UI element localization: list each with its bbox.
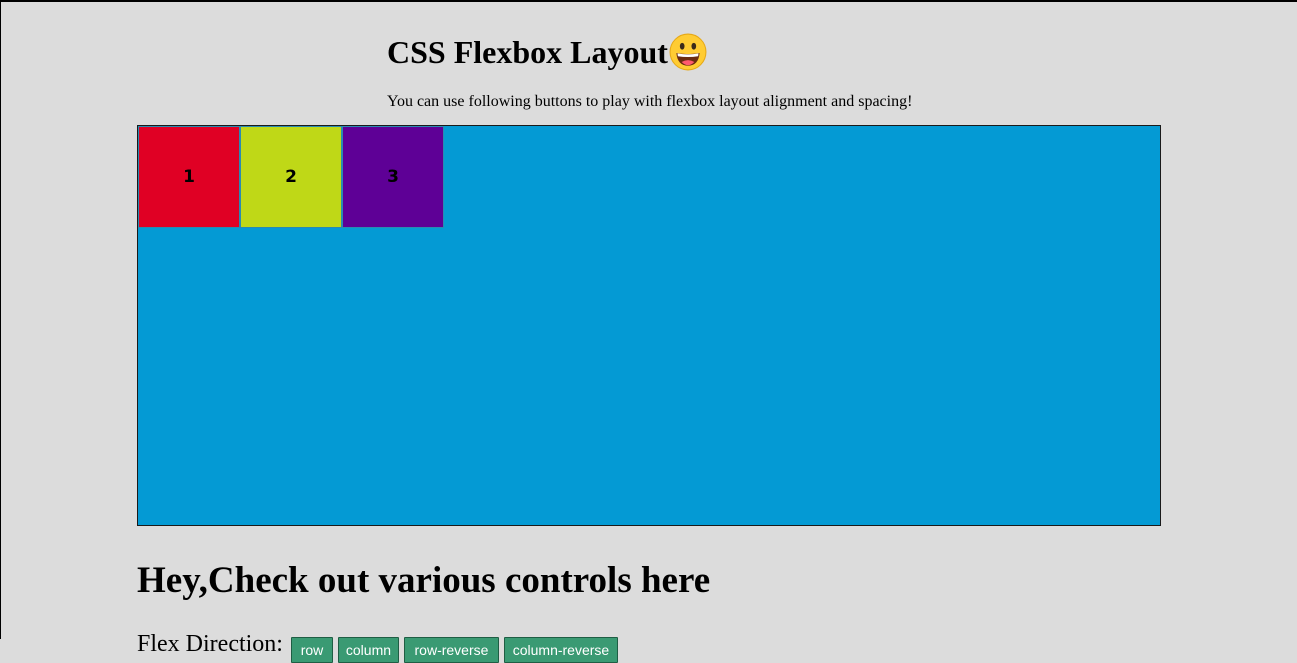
grinning-face-icon (669, 33, 707, 71)
flex-direction-controls: Flex Direction: row column row-reverse colu… (137, 630, 618, 663)
direction-button-row-reverse[interactable]: row-reverse (403, 637, 499, 663)
flex-item-3: 3 (342, 126, 444, 228)
flex-item-2: 2 (240, 126, 342, 228)
page-title: CSS Flexbox Layout (387, 32, 707, 72)
direction-button-row[interactable]: row (290, 637, 333, 663)
flex-container: 123 (137, 125, 1161, 526)
flex-direction-label: Flex Direction: (137, 631, 283, 657)
controls-heading: Hey,Check out various controls here (137, 560, 711, 601)
page-title-text: CSS Flexbox Layout (387, 34, 668, 70)
flex-item-1: 1 (138, 126, 240, 228)
page-header: CSS Flexbox Layout (387, 32, 707, 72)
direction-button-column[interactable]: column (337, 637, 399, 663)
page-subtitle: You can use following buttons to play wi… (387, 93, 913, 110)
direction-button-column-reverse[interactable]: column-reverse (503, 637, 618, 663)
